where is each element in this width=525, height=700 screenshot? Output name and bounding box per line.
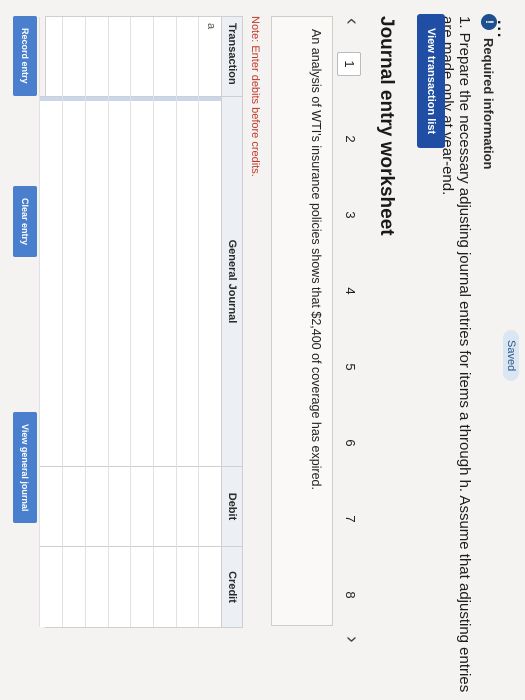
account-select[interactable] [85, 97, 108, 467]
view-general-journal-button[interactable]: View general journal [13, 412, 37, 524]
view-transaction-list-button[interactable]: View transaction list [417, 14, 445, 149]
page-4[interactable]: 4 [339, 280, 361, 302]
page-3[interactable]: 3 [339, 204, 361, 226]
page-2[interactable]: 2 [339, 128, 361, 150]
credit-input[interactable] [85, 547, 108, 627]
debit-credit-note: Note: Enter debits before credits. [249, 16, 261, 177]
table-row [152, 17, 176, 627]
transaction-cell [63, 17, 85, 97]
page-5[interactable]: 5 [339, 356, 361, 378]
saved-indicator: Saved [503, 330, 519, 382]
screen-rotated: Saved ... ! Required information 1. Prep… [0, 0, 525, 700]
entry-pager: ‹ 1 2 3 4 5 6 7 8 › [335, 16, 367, 656]
account-select[interactable] [108, 97, 131, 467]
credit-input[interactable] [131, 547, 153, 627]
credit-input[interactable] [176, 547, 199, 627]
transaction-cell [153, 17, 176, 97]
clear-entry-button[interactable]: Clear entry [13, 186, 37, 258]
debit-input[interactable] [108, 467, 131, 547]
page-7[interactable]: 7 [339, 508, 361, 530]
info-circle-icon: ! [481, 14, 497, 30]
journal-header: Transaction General Journal Debit Credit [221, 17, 242, 627]
table-row [84, 17, 108, 627]
account-select[interactable] [40, 97, 63, 467]
credit-input[interactable] [108, 547, 131, 627]
table-row [107, 17, 131, 627]
transaction-cell [85, 17, 108, 97]
debit-column-header: Debit [222, 467, 242, 547]
transaction-cell: a [199, 17, 221, 97]
account-select[interactable] [131, 97, 153, 467]
debit-input[interactable] [40, 467, 63, 547]
page-6[interactable]: 6 [339, 432, 361, 454]
record-entry-button[interactable]: Record entry [13, 16, 37, 96]
debit-input[interactable] [85, 467, 108, 547]
account-select[interactable] [153, 97, 176, 467]
debit-input[interactable] [153, 467, 176, 547]
credit-input[interactable] [40, 547, 63, 627]
table-row [39, 17, 63, 627]
credit-column-header: Credit [226, 571, 238, 603]
debit-input[interactable] [63, 467, 85, 547]
account-select[interactable] [199, 97, 221, 467]
transaction-description: An analysis of WTI's insurance policies … [271, 16, 333, 626]
credit-input[interactable] [153, 547, 176, 627]
page-1[interactable]: 1 [337, 52, 361, 76]
page-8[interactable]: 8 [339, 584, 361, 606]
table-row [130, 17, 153, 627]
account-select[interactable] [63, 97, 85, 467]
table-row [62, 17, 85, 627]
credit-input[interactable] [199, 547, 221, 627]
transaction-column-header: Transaction [222, 17, 242, 97]
table-row [175, 17, 199, 627]
transaction-cell [40, 17, 63, 97]
debit-input[interactable] [131, 467, 153, 547]
debit-input[interactable] [176, 467, 199, 547]
required-info: ! Required information [481, 14, 497, 169]
chevron-right-icon[interactable]: › [340, 636, 363, 643]
account-select[interactable] [176, 97, 199, 467]
action-buttons: Record entry Clear entry View general jo… [9, 16, 37, 626]
required-info-label: Required information [481, 38, 497, 170]
journal-table: Transaction General Journal Debit Credit… [39, 16, 243, 628]
worksheet-title: Journal entry worksheet [376, 16, 397, 236]
credit-input[interactable] [63, 547, 85, 627]
transaction-cell [176, 17, 199, 97]
general-journal-column-header: General Journal [222, 97, 242, 467]
transaction-cell [131, 17, 153, 97]
table-row: a [198, 17, 221, 627]
transaction-cell [108, 17, 131, 97]
chevron-left-icon[interactable]: ‹ [340, 18, 363, 25]
debit-input[interactable] [199, 467, 221, 547]
